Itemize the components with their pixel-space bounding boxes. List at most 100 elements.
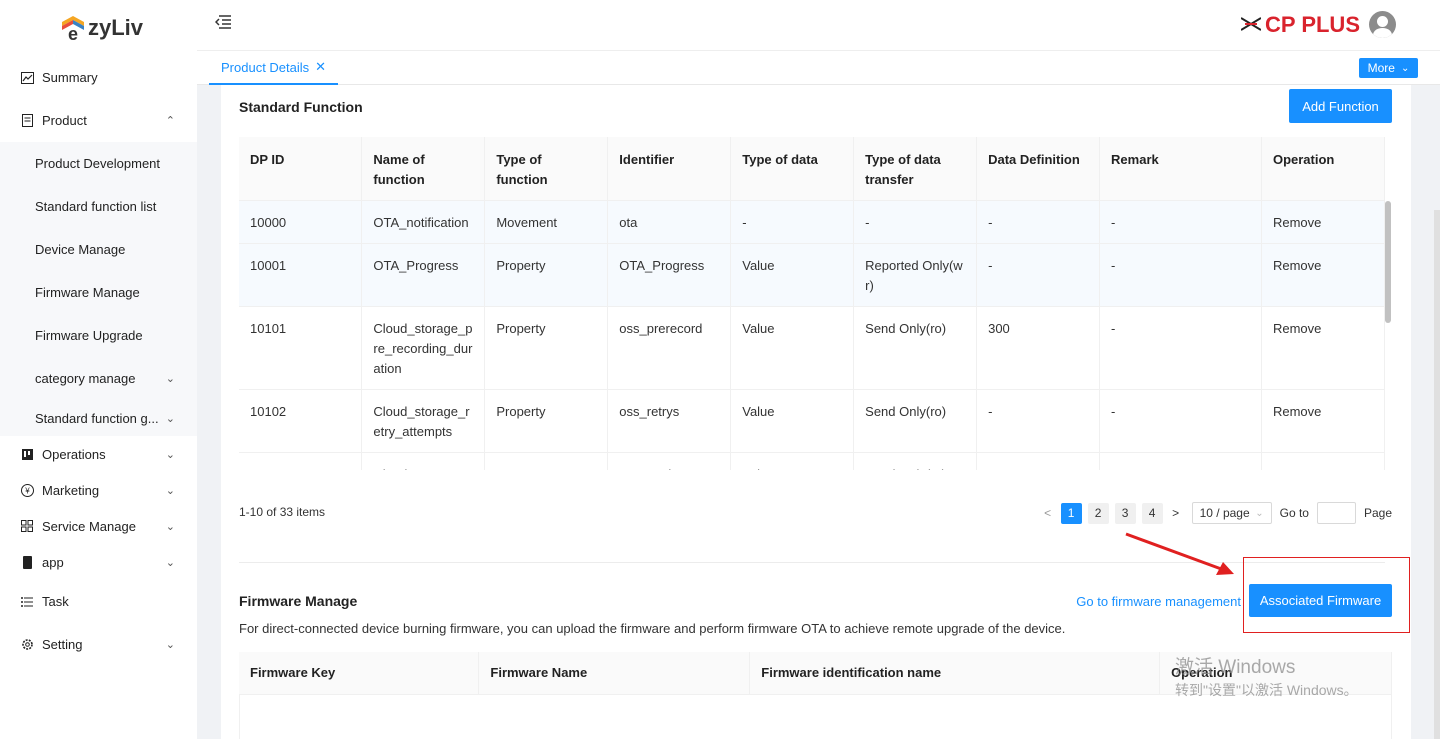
table-cell: Property [484, 389, 609, 453]
table-cell: ota [607, 200, 732, 244]
sidebar-item-setting[interactable]: Setting ⌄ [0, 623, 197, 666]
tabs-bar: Product Details ✕ More ⌄ [197, 50, 1440, 85]
sidebar-item-summary[interactable]: Summary [0, 56, 197, 99]
gear-icon [20, 638, 34, 652]
sidebar-item-product-development[interactable]: Product Development [0, 142, 197, 185]
table-row: 10102 Cloud_storage_retry_attempts Prope… [239, 389, 1386, 453]
table-cell: Property [484, 306, 609, 390]
product-details-card: Standard Function Add Function DP ID Nam… [221, 85, 1411, 739]
table-row: 10103 Cloud_storage_motion Property oss_… [239, 452, 1386, 470]
firmware-manage-title: Firmware Manage [239, 593, 358, 609]
sidebar-item-standard-function-list[interactable]: Standard function list [0, 185, 197, 228]
column-header: Type of function [484, 137, 609, 201]
app-logo[interactable]: e zyLiv [58, 10, 143, 46]
table-row: 10101 Cloud_storage_pre_recording_durati… [239, 306, 1386, 390]
standard-function-table: DP ID Name of function Type of function … [239, 137, 1386, 470]
go-to-firmware-management-link[interactable]: Go to firmware management [1076, 594, 1241, 609]
list-icon [20, 595, 34, 609]
sidebar-item-device-manage[interactable]: Device Manage [0, 228, 197, 271]
sidebar: e zyLiv Summary Product ⌃ Product Develo… [0, 0, 197, 739]
remove-link[interactable]: Remove [1261, 306, 1386, 390]
watermark-line-2: 转到"设置"以激活 Windows。 [1175, 682, 1358, 698]
remove-link[interactable]: Remove [1261, 389, 1386, 453]
brand-mark-icon [1240, 15, 1262, 36]
column-header: Firmware identification name [749, 652, 1161, 695]
table-cell: 10102 [239, 389, 363, 453]
menu-fold-icon[interactable] [214, 15, 233, 33]
document-icon [20, 114, 34, 128]
sidebar-item-firmware-upgrade[interactable]: Firmware Upgrade [0, 314, 197, 357]
page-4[interactable]: 4 [1141, 502, 1163, 524]
sidebar-item-category-manage[interactable]: category manage ⌄ [0, 357, 197, 400]
table-cell: - [1099, 200, 1262, 244]
table-cell: Value [730, 243, 855, 307]
sidebar-item-marketing[interactable]: ¥ Marketing ⌄ [0, 472, 197, 508]
table-cell: Property [484, 452, 609, 470]
column-header: Data Definition [976, 137, 1101, 201]
page-label: Page [1363, 506, 1392, 520]
column-header: Type of data transfer [853, 137, 978, 201]
table-cell: oss_motion_record [607, 452, 732, 470]
more-button[interactable]: More ⌄ [1359, 58, 1418, 78]
table-cell: Send Only(ro) [853, 306, 978, 390]
page-2[interactable]: 2 [1087, 502, 1109, 524]
sidebar-item-operations[interactable]: Operations ⌄ [0, 436, 197, 472]
logo-e: e [68, 24, 78, 43]
sidebar-item-firmware-manage[interactable]: Firmware Manage [0, 271, 197, 314]
sidebar-item-label: Setting [42, 637, 83, 652]
sidebar-item-task[interactable]: Task [0, 580, 197, 623]
table-cell: OTA_notification [361, 200, 486, 244]
table-scrollbar[interactable] [1385, 201, 1391, 323]
goto-page-input[interactable] [1316, 502, 1356, 524]
page-3[interactable]: 3 [1114, 502, 1136, 524]
remove-link[interactable]: Remove [1261, 200, 1386, 244]
table-cell: Value [730, 306, 855, 390]
table-cell: Property [484, 243, 609, 307]
sidebar-item-label: Marketing [42, 482, 100, 498]
close-icon[interactable]: ✕ [315, 59, 326, 75]
windows-activation-watermark: 激活 Windows 转到"设置"以激活 Windows。 [1175, 652, 1358, 700]
logo-mark-icon: e [62, 16, 84, 43]
chart-line-icon [20, 71, 34, 85]
more-label: More [1367, 61, 1395, 75]
chevron-down-icon: ⌄ [165, 556, 175, 569]
user-avatar[interactable] [1369, 11, 1396, 38]
column-header: Operation [1261, 137, 1386, 201]
chevron-down-icon: ⌄ [1400, 62, 1410, 74]
firmware-description: For direct-connected device burning firm… [239, 621, 1066, 636]
remove-link[interactable]: Remove [1261, 452, 1386, 470]
table-cell: - [853, 200, 978, 244]
table-cell: - [976, 243, 1101, 307]
table-cell: Reported Only(wr) [853, 243, 978, 307]
svg-text:¥: ¥ [24, 486, 30, 495]
page-scrollbar[interactable] [1434, 210, 1440, 739]
tab-label: Product Details [221, 59, 310, 75]
column-header: Firmware Name [478, 652, 751, 695]
table-header-row: DP ID Name of function Type of function … [239, 137, 1386, 201]
table-cell: oss_prerecord [607, 306, 732, 390]
sidebar-item-label: Summary [42, 70, 98, 85]
sidebar-item-service-manage[interactable]: Service Manage ⌄ [0, 508, 197, 544]
page-1[interactable]: 1 [1060, 502, 1082, 524]
next-page-icon[interactable]: > [1168, 506, 1184, 520]
sidebar-nav: Summary Product ⌃ Product Development St… [0, 56, 197, 666]
sidebar-item-label: Product [42, 113, 87, 128]
table-cell: 300 [976, 306, 1101, 390]
chevron-down-icon: ⌄ [165, 448, 175, 461]
page-size-value: 10 / page [1199, 506, 1250, 520]
table-cell: oss_retrys [607, 389, 732, 453]
page-size-select[interactable]: 10 / page ⌄ [1191, 502, 1272, 524]
prev-page-icon[interactable]: < [1040, 506, 1056, 520]
sidebar-item-product[interactable]: Product ⌃ [0, 99, 197, 142]
table-row: 10001 OTA_Progress Property OTA_Progress… [239, 243, 1386, 307]
sidebar-item-standard-function-group[interactable]: Standard function g... ⌄ [0, 400, 197, 436]
table-cell: Cloud_storage_motion [361, 452, 486, 470]
column-header: Remark [1099, 137, 1262, 201]
currency-icon: ¥ [20, 483, 34, 497]
chevron-down-icon: ⌄ [165, 484, 175, 497]
remove-link[interactable]: Remove [1261, 243, 1386, 307]
sidebar-item-label: Operations [42, 446, 106, 462]
sidebar-item-app[interactable]: app ⌄ [0, 544, 197, 580]
grid-icon [20, 519, 34, 533]
tab-product-details[interactable]: Product Details ✕ [209, 51, 339, 85]
